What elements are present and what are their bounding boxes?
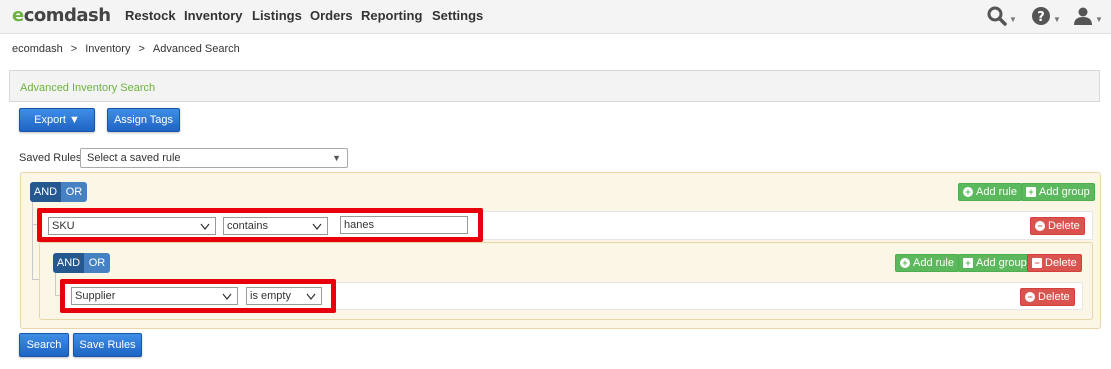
delete-group-button[interactable]: − Delete: [1027, 254, 1082, 272]
rule-field-select[interactable]: Supplier: [71, 287, 238, 305]
plus-circle-icon: +: [963, 187, 973, 197]
nested-condition-toggle: AND OR: [53, 253, 110, 273]
saved-rules-select[interactable]: Select a saved rule ▼: [80, 148, 348, 168]
nav-orders[interactable]: Orders: [310, 8, 353, 23]
add-group-button[interactable]: + Add group: [958, 254, 1032, 272]
nav-inventory[interactable]: Inventory: [184, 8, 243, 23]
plus-square-icon: +: [963, 258, 973, 268]
panel-header: Advanced Inventory Search: [9, 70, 1100, 102]
chevron-down-icon: [306, 293, 316, 300]
rule-operator-select[interactable]: contains: [223, 217, 328, 235]
saved-rules-value: Select a saved rule: [87, 152, 181, 164]
add-rule-button[interactable]: + Add rule: [895, 254, 959, 272]
top-navbar: ecomdash Restock Inventory Listings Orde…: [0, 0, 1111, 34]
save-rules-button[interactable]: Save Rules: [73, 333, 142, 357]
breadcrumb-advanced-search: Advanced Search: [152, 43, 240, 55]
or-toggle[interactable]: OR: [84, 253, 110, 273]
chevron-down-icon: [222, 293, 232, 300]
breadcrumb: ecomdash > Inventory > Advanced Search: [12, 43, 240, 55]
saved-rules-label: Saved Rules:: [19, 152, 85, 164]
user-menu[interactable]: ▼: [1073, 4, 1103, 28]
rule-operator-select[interactable]: is empty: [246, 287, 322, 305]
minus-square-icon: −: [1032, 258, 1042, 268]
caret-down-icon: ▼: [1095, 14, 1103, 24]
nav-listings[interactable]: Listings: [252, 8, 302, 23]
minus-circle-icon: −: [1025, 292, 1035, 302]
plus-circle-icon: +: [900, 258, 910, 268]
rule-field-select[interactable]: SKU: [48, 217, 216, 235]
user-icon: [1074, 7, 1092, 25]
assign-tags-button[interactable]: Assign Tags: [107, 108, 180, 132]
search-icon: [987, 6, 1007, 26]
search-menu[interactable]: ▼: [987, 4, 1017, 28]
nav-reporting[interactable]: Reporting: [361, 8, 422, 23]
add-rule-button[interactable]: + Add rule: [958, 183, 1022, 201]
nav-settings[interactable]: Settings: [432, 8, 483, 23]
export-button[interactable]: Export ▼: [19, 108, 95, 132]
chevron-down-icon: [312, 223, 322, 230]
delete-rule-button[interactable]: − Delete: [1020, 288, 1075, 306]
chevron-down-icon: [200, 223, 210, 230]
svg-text:?: ?: [1037, 10, 1045, 25]
nav-restock[interactable]: Restock: [125, 8, 176, 23]
breadcrumb-inventory[interactable]: Inventory: [85, 43, 130, 55]
caret-down-icon: ▼: [332, 153, 341, 163]
help-menu[interactable]: ? ▼: [1031, 4, 1061, 28]
add-group-button[interactable]: + Add group: [1021, 183, 1095, 201]
delete-rule-button[interactable]: − Delete: [1030, 217, 1085, 235]
or-toggle[interactable]: OR: [61, 182, 87, 202]
caret-down-icon: ▼: [1009, 14, 1017, 24]
and-toggle[interactable]: AND: [53, 253, 84, 273]
minus-circle-icon: −: [1035, 221, 1045, 231]
and-toggle[interactable]: AND: [30, 182, 61, 202]
caret-down-icon: ▼: [1053, 14, 1061, 24]
search-button[interactable]: Search: [19, 333, 69, 357]
rule-value-input[interactable]: hanes: [340, 216, 468, 234]
root-condition-toggle: AND OR: [30, 182, 87, 202]
breadcrumb-ecomdash[interactable]: ecomdash: [12, 43, 63, 55]
plus-square-icon: +: [1026, 187, 1036, 197]
ecomdash-logo[interactable]: ecomdash: [12, 5, 111, 26]
panel-title: Advanced Inventory Search: [20, 82, 156, 94]
help-icon: ?: [1032, 7, 1050, 25]
